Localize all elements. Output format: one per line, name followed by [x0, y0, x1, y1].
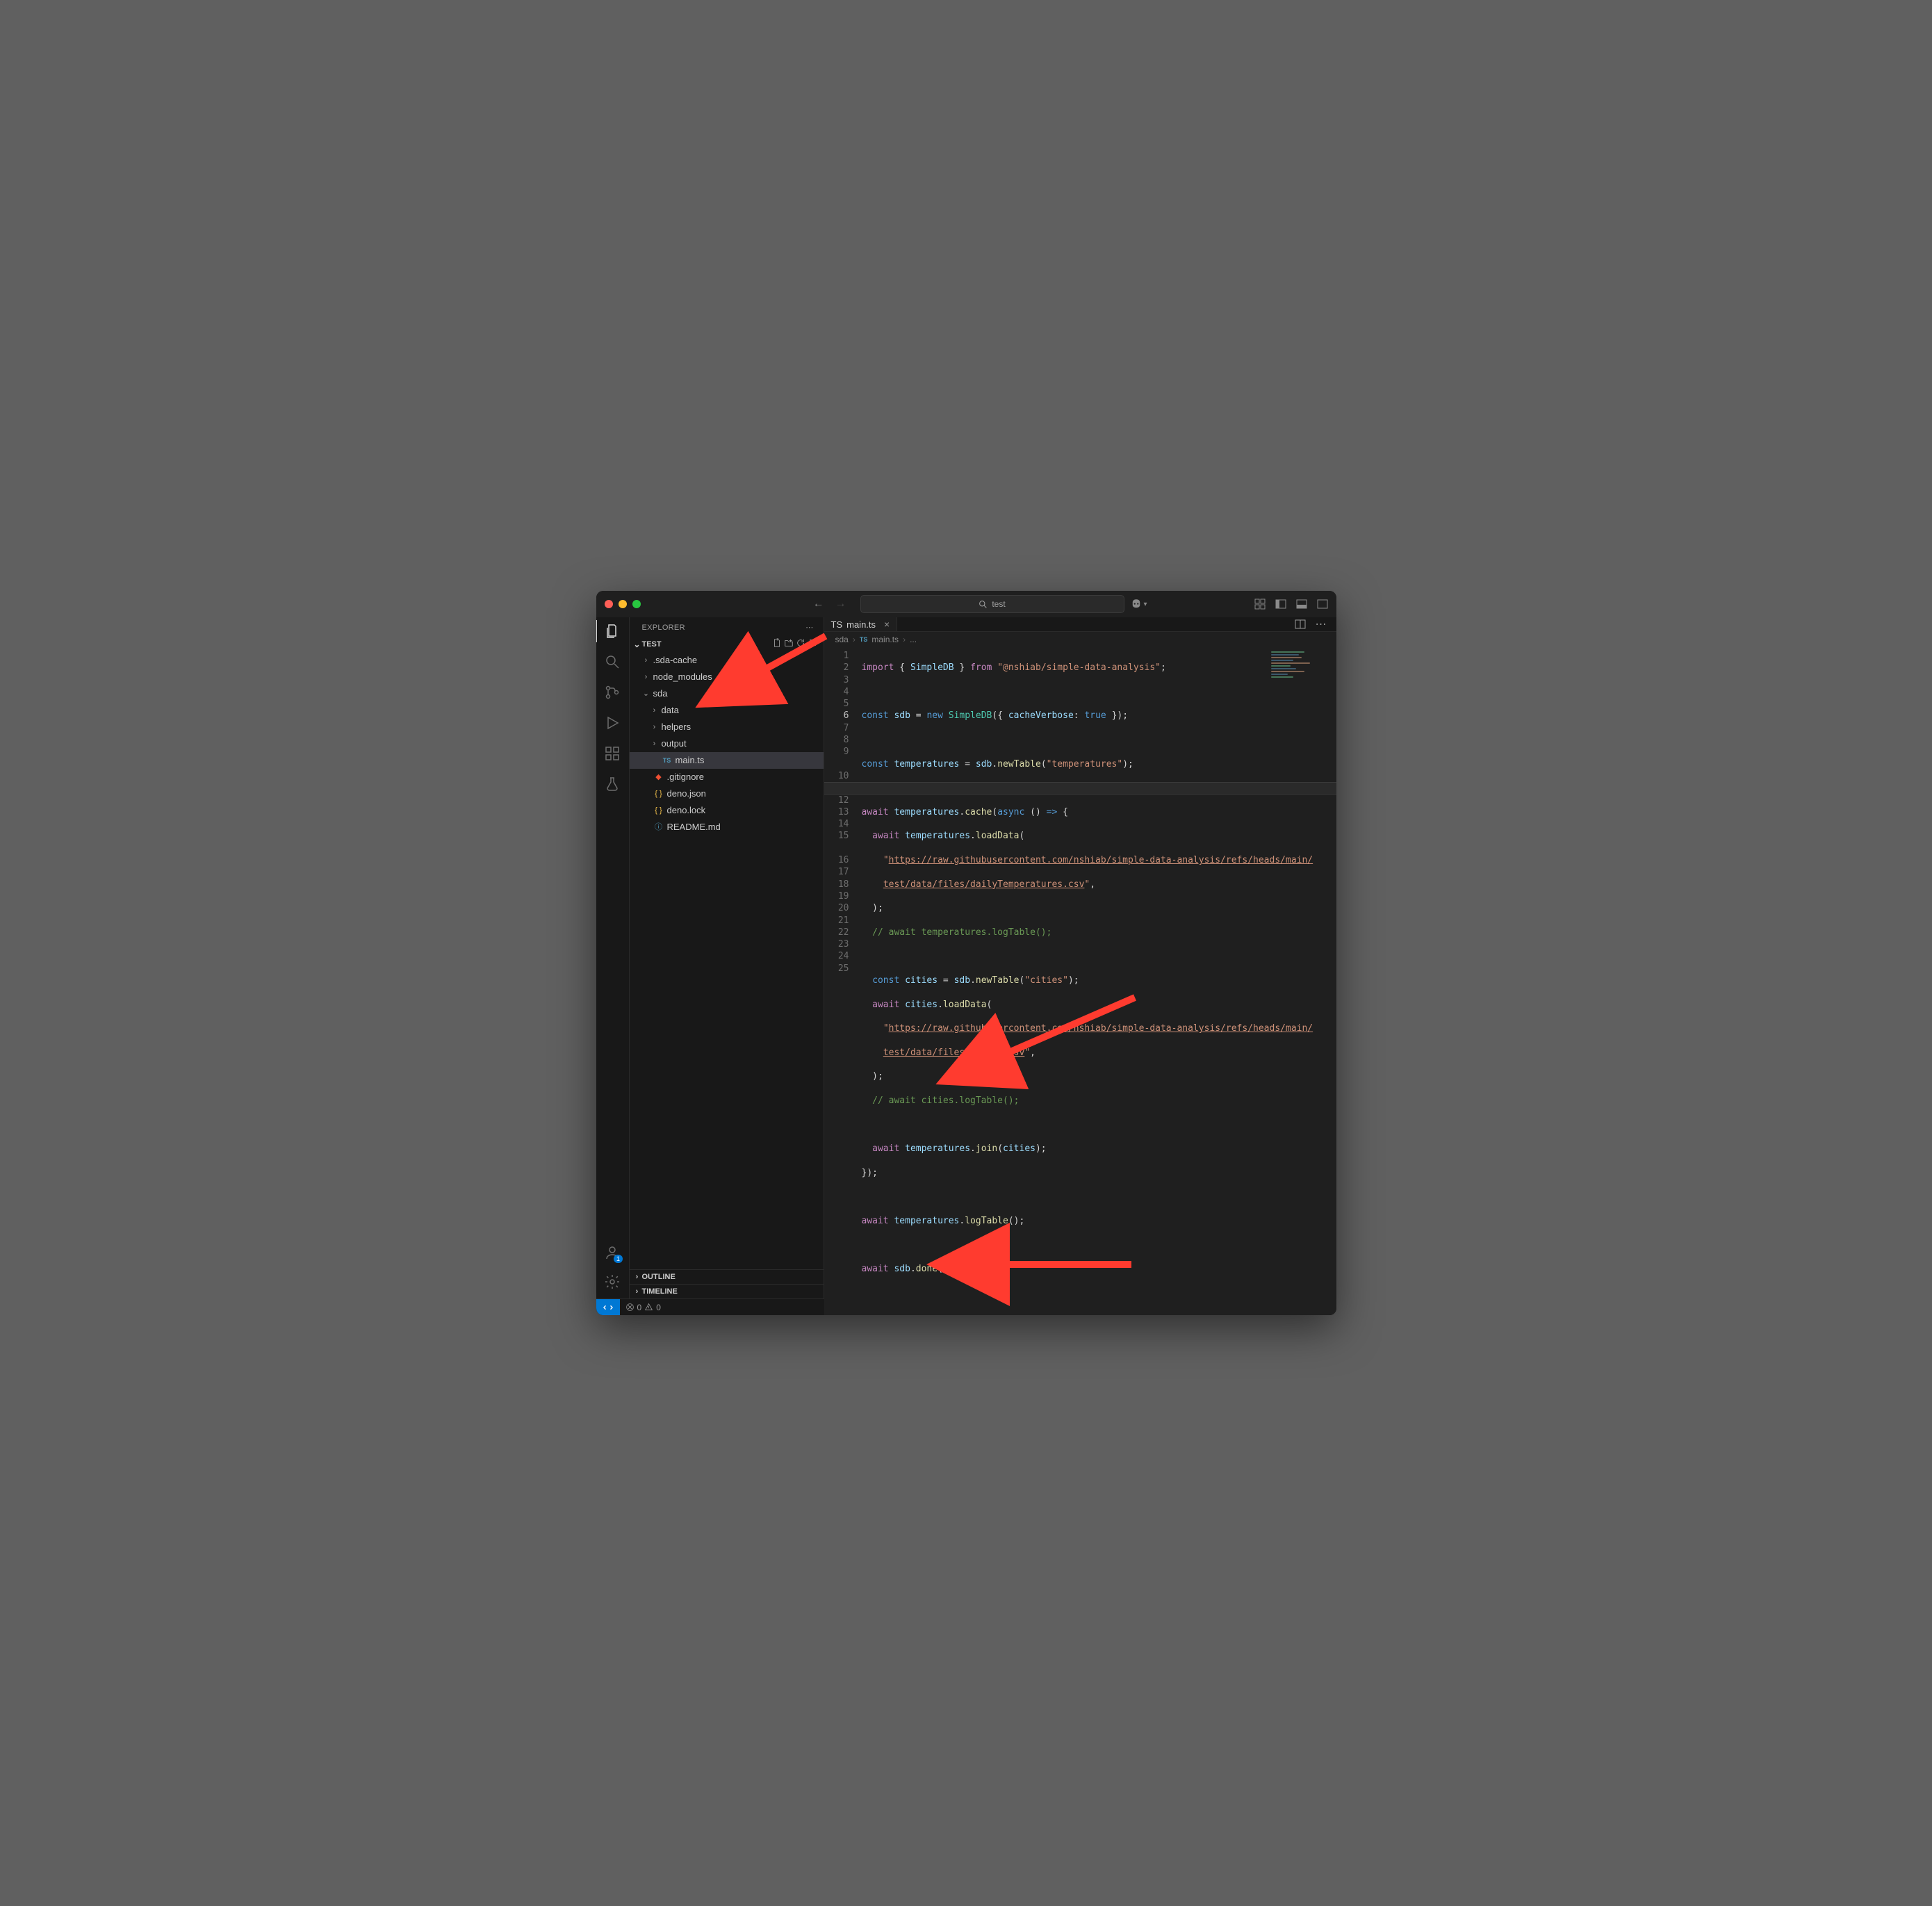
search-text: test [992, 599, 1005, 609]
search-icon[interactable] [604, 653, 621, 670]
tree-item-label: deno.json [667, 787, 706, 801]
ts-file-icon: TS [662, 754, 673, 767]
refresh-icon[interactable] [796, 638, 805, 648]
tree-item-output[interactable]: ›output [630, 735, 824, 752]
accounts-icon[interactable]: 1 [604, 1244, 621, 1261]
settings-gear-icon[interactable] [604, 1273, 621, 1290]
info-file-icon: ⓘ [653, 820, 664, 834]
minimap[interactable] [1271, 651, 1327, 693]
panel-bottom-icon[interactable] [1296, 598, 1307, 610]
tree-item-helpers[interactable]: ›helpers [630, 719, 824, 735]
editor-tabs: TS main.ts × ⋯ [824, 617, 1336, 632]
run-debug-icon[interactable] [604, 715, 621, 731]
activity-bar: 1 [596, 617, 630, 1298]
tree-item-readme-md[interactable]: ⓘREADME.md [630, 819, 824, 836]
nav-arrows: ← → [813, 598, 846, 610]
close-tab-icon[interactable]: × [884, 619, 890, 630]
folder-root-header[interactable]: ⌄ TEST [630, 636, 824, 652]
tree-item-main-ts[interactable]: TSmain.ts [630, 752, 824, 769]
collapse-all-icon[interactable] [808, 638, 818, 648]
ts-file-icon: TS [831, 619, 843, 630]
explorer-title: EXPLORER [642, 624, 685, 632]
tree-item-label: README.md [667, 820, 721, 834]
titlebar: ← → test ▾ [596, 591, 1336, 617]
json-file-icon: { } [653, 787, 664, 801]
tree-item-deno-json[interactable]: { }deno.json [630, 785, 824, 802]
tree-item-label: data [662, 703, 679, 717]
ts-file-icon: TS [860, 636, 868, 643]
split-editor-icon[interactable] [1295, 619, 1306, 630]
tree-item-deno-lock[interactable]: { }deno.lock [630, 802, 824, 819]
outline-section[interactable]: ›OUTLINE [630, 1269, 824, 1284]
remote-indicator[interactable] [596, 1299, 620, 1315]
layout-customize-icon[interactable] [1254, 598, 1266, 610]
code-content: import { SimpleDB } from "@nshiab/simple… [862, 650, 1336, 1315]
code-editor[interactable]: 1234567891011121314151617181920212223242… [824, 647, 1336, 1315]
line-gutter: 1234567891011121314151617181920212223242… [824, 650, 862, 1315]
nav-forward-icon[interactable]: → [835, 598, 846, 610]
vscode-window: ← → test ▾ [596, 591, 1336, 1315]
editor-group: TS main.ts × ⋯ sda› TS main.ts› ... 123 [824, 617, 1336, 1298]
tree-item-sda[interactable]: ⌄sda [630, 685, 824, 702]
nav-back-icon[interactable]: ← [813, 598, 824, 610]
new-folder-icon[interactable] [784, 638, 794, 648]
extensions-icon[interactable] [604, 745, 621, 762]
account-badge: 1 [614, 1255, 623, 1263]
tree-item-node-modules[interactable]: ›node_modules [630, 669, 824, 685]
json-file-icon: { } [653, 804, 664, 817]
panel-left-icon[interactable] [1275, 598, 1286, 610]
tree-item-label: .gitignore [667, 770, 704, 784]
tree-item--gitignore[interactable]: ◆.gitignore [630, 769, 824, 785]
explorer-more-icon[interactable]: ⋯ [805, 623, 813, 632]
tree-item--sda-cache[interactable]: ›.sda-cache [630, 652, 824, 669]
timeline-section[interactable]: ›TIMELINE [630, 1284, 824, 1298]
source-control-icon[interactable] [604, 684, 621, 701]
root-folder-name: TEST [642, 640, 773, 649]
window-controls [605, 600, 641, 608]
tree-item-label: deno.lock [667, 804, 706, 817]
git-file-icon: ◆ [653, 770, 664, 784]
tree-item-label: node_modules [653, 670, 712, 684]
tab-main-ts[interactable]: TS main.ts × [824, 617, 898, 631]
explorer-icon[interactable] [604, 623, 621, 640]
testing-icon[interactable] [604, 776, 621, 792]
tree-item-label: sda [653, 687, 668, 701]
panel-right-icon[interactable] [1317, 598, 1328, 610]
breadcrumb[interactable]: sda› TS main.ts› ... [824, 632, 1336, 647]
close-window-icon[interactable] [605, 600, 613, 608]
tree-item-label: helpers [662, 720, 691, 734]
tree-item-data[interactable]: ›data [630, 702, 824, 719]
problems-status[interactable]: 0 0 [620, 1303, 666, 1312]
title-right-icons [1254, 598, 1328, 610]
command-center-search[interactable]: test [860, 595, 1124, 613]
explorer-sidebar: EXPLORER ⋯ ⌄ TEST ›.sda-cache›node_modul… [630, 617, 824, 1298]
minimize-window-icon[interactable] [619, 600, 627, 608]
tree-item-label: .sda-cache [653, 653, 698, 667]
tree-item-label: main.ts [676, 754, 705, 767]
copilot-icon[interactable]: ▾ [1130, 598, 1147, 610]
new-file-icon[interactable] [772, 638, 782, 648]
tab-label: main.ts [846, 619, 876, 630]
search-icon [979, 600, 988, 609]
file-tree: ›.sda-cache›node_modules⌄sda›data›helper… [630, 652, 824, 840]
maximize-window-icon[interactable] [632, 600, 641, 608]
editor-more-icon[interactable]: ⋯ [1316, 617, 1327, 631]
tree-item-label: output [662, 737, 687, 751]
